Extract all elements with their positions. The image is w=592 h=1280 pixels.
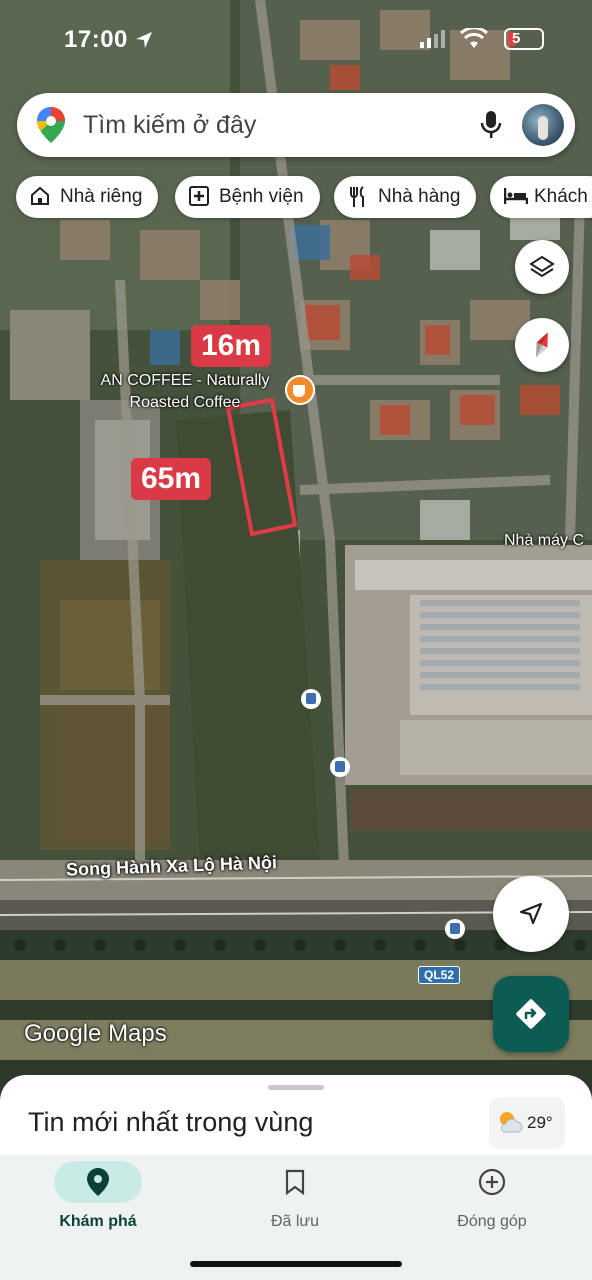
restaurant-icon — [350, 186, 364, 207]
home-indicator[interactable] — [190, 1261, 402, 1267]
add-circle-icon — [478, 1168, 506, 1196]
route-badge: QL52 — [418, 966, 461, 984]
length-annotation: 65m — [131, 458, 212, 500]
status-bar: 17:00 5 — [0, 24, 592, 58]
google-maps-logo: Google Maps — [24, 1020, 167, 1047]
search-bar[interactable]: Tìm kiếm ở đây — [17, 93, 575, 157]
bookmark-icon — [285, 1169, 305, 1195]
hotel-icon — [504, 188, 528, 204]
nav-explore[interactable]: Khám phá — [18, 1161, 178, 1231]
poi-label-factory[interactable]: Nhà máy C — [504, 530, 592, 552]
battery-icon: 5 — [504, 28, 544, 50]
account-avatar[interactable] — [522, 104, 564, 146]
width-annotation: 16m — [191, 325, 272, 367]
layers-button[interactable] — [515, 240, 569, 294]
chip-hotel[interactable]: Khách — [490, 176, 592, 218]
chip-home[interactable]: Nhà riêng — [16, 176, 159, 218]
microphone-icon[interactable] — [479, 109, 503, 141]
layers-icon — [529, 255, 555, 278]
partly-cloudy-icon — [500, 1112, 523, 1133]
clock: 17:00 — [64, 26, 128, 53]
home-icon — [31, 186, 49, 205]
directions-button[interactable] — [493, 976, 569, 1052]
signal-icon — [420, 30, 445, 48]
wifi-icon — [460, 28, 488, 48]
nav-contribute[interactable]: Đóng góp — [412, 1161, 572, 1231]
sheet-title: Tin mới nhất trong vùng — [28, 1107, 314, 1137]
google-maps-pin-icon — [37, 107, 65, 143]
nav-saved[interactable]: Đã lưu — [215, 1161, 375, 1231]
directions-icon — [516, 999, 546, 1029]
sheet-drag-handle[interactable] — [268, 1085, 324, 1090]
poi-label-coffee[interactable]: AN COFFEE - Naturally Roasted Coffee — [70, 370, 300, 414]
weather-chip[interactable]: 29° — [489, 1097, 565, 1149]
hospital-icon — [189, 186, 209, 206]
navigation-arrow-icon — [519, 902, 543, 925]
bottom-sheet[interactable]: Tin mới nhất trong vùng 29° — [0, 1075, 592, 1165]
chip-restaurant[interactable]: Nhà hàng — [334, 176, 477, 218]
explore-pin-icon — [87, 1168, 109, 1196]
search-input[interactable]: Tìm kiếm ở đây — [83, 111, 256, 140]
chip-hospital[interactable]: Bệnh viện — [175, 176, 320, 218]
compass-icon — [536, 332, 548, 358]
compass-button[interactable] — [515, 318, 569, 372]
my-location-button[interactable] — [493, 876, 569, 952]
location-arrow-icon — [136, 32, 152, 48]
